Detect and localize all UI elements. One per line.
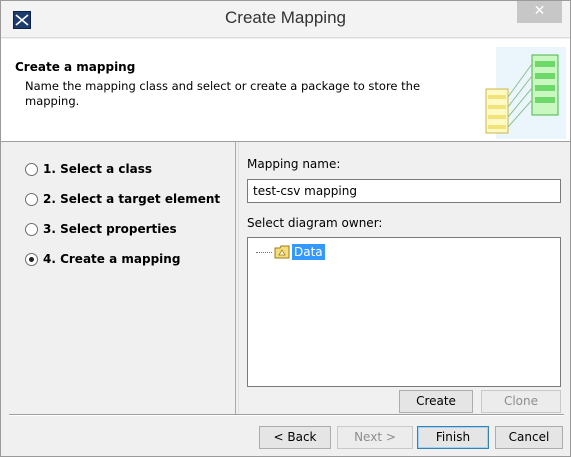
step-select-properties[interactable]: 3. Select properties [25,219,177,239]
step-label: 3. Select properties [43,222,177,236]
step-label: 2. Select a target element [43,192,221,206]
header-title: Create a mapping [15,60,136,74]
mapping-name-input[interactable] [247,179,561,203]
cancel-button[interactable]: Cancel [495,426,563,449]
step-radio-1[interactable] [25,162,38,176]
step-select-class[interactable]: 1. Select a class [25,159,152,179]
create-mapping-dialog: Create Mapping ✕ Create a mapping Name t… [0,0,571,457]
tree-node-data[interactable]: Data [256,244,325,260]
next-button[interactable]: Next > [337,426,413,449]
tree-node-label: Data [292,244,325,260]
mapping-graphic-icon [485,47,566,139]
header-description: Name the mapping class and select or cre… [25,79,421,108]
step-label: 1. Select a class [43,162,153,176]
finish-button[interactable]: Finish [417,426,489,449]
step-label: 4. Create a mapping [43,252,181,266]
mapping-name-label: Mapping name: [247,157,341,171]
wizard-steps: 1. Select a class 2. Select a target ele… [9,142,236,414]
tree-connector [256,251,272,253]
step-radio-4[interactable] [25,252,38,266]
close-button[interactable]: ✕ [517,1,562,23]
diagram-owner-tree[interactable]: Data [247,237,561,387]
clone-button[interactable]: Clone [481,390,561,413]
window-title: Create Mapping [225,8,346,27]
footer-separator [9,414,564,416]
create-button[interactable]: Create [399,390,473,413]
step-create-mapping[interactable]: 4. Create a mapping [25,249,180,269]
step-radio-2[interactable] [25,192,38,206]
diagram-owner-label: Select diagram owner: [247,216,383,230]
step-radio-3[interactable] [25,222,38,236]
step-select-target-element[interactable]: 2. Select a target element [25,189,220,209]
panel-divider [238,142,239,414]
title-bar[interactable]: Create Mapping ✕ [1,1,570,38]
wizard-header: Create a mapping Name the mapping class … [1,39,570,142]
package-folder-icon [274,245,290,259]
back-button[interactable]: < Back [259,426,331,449]
